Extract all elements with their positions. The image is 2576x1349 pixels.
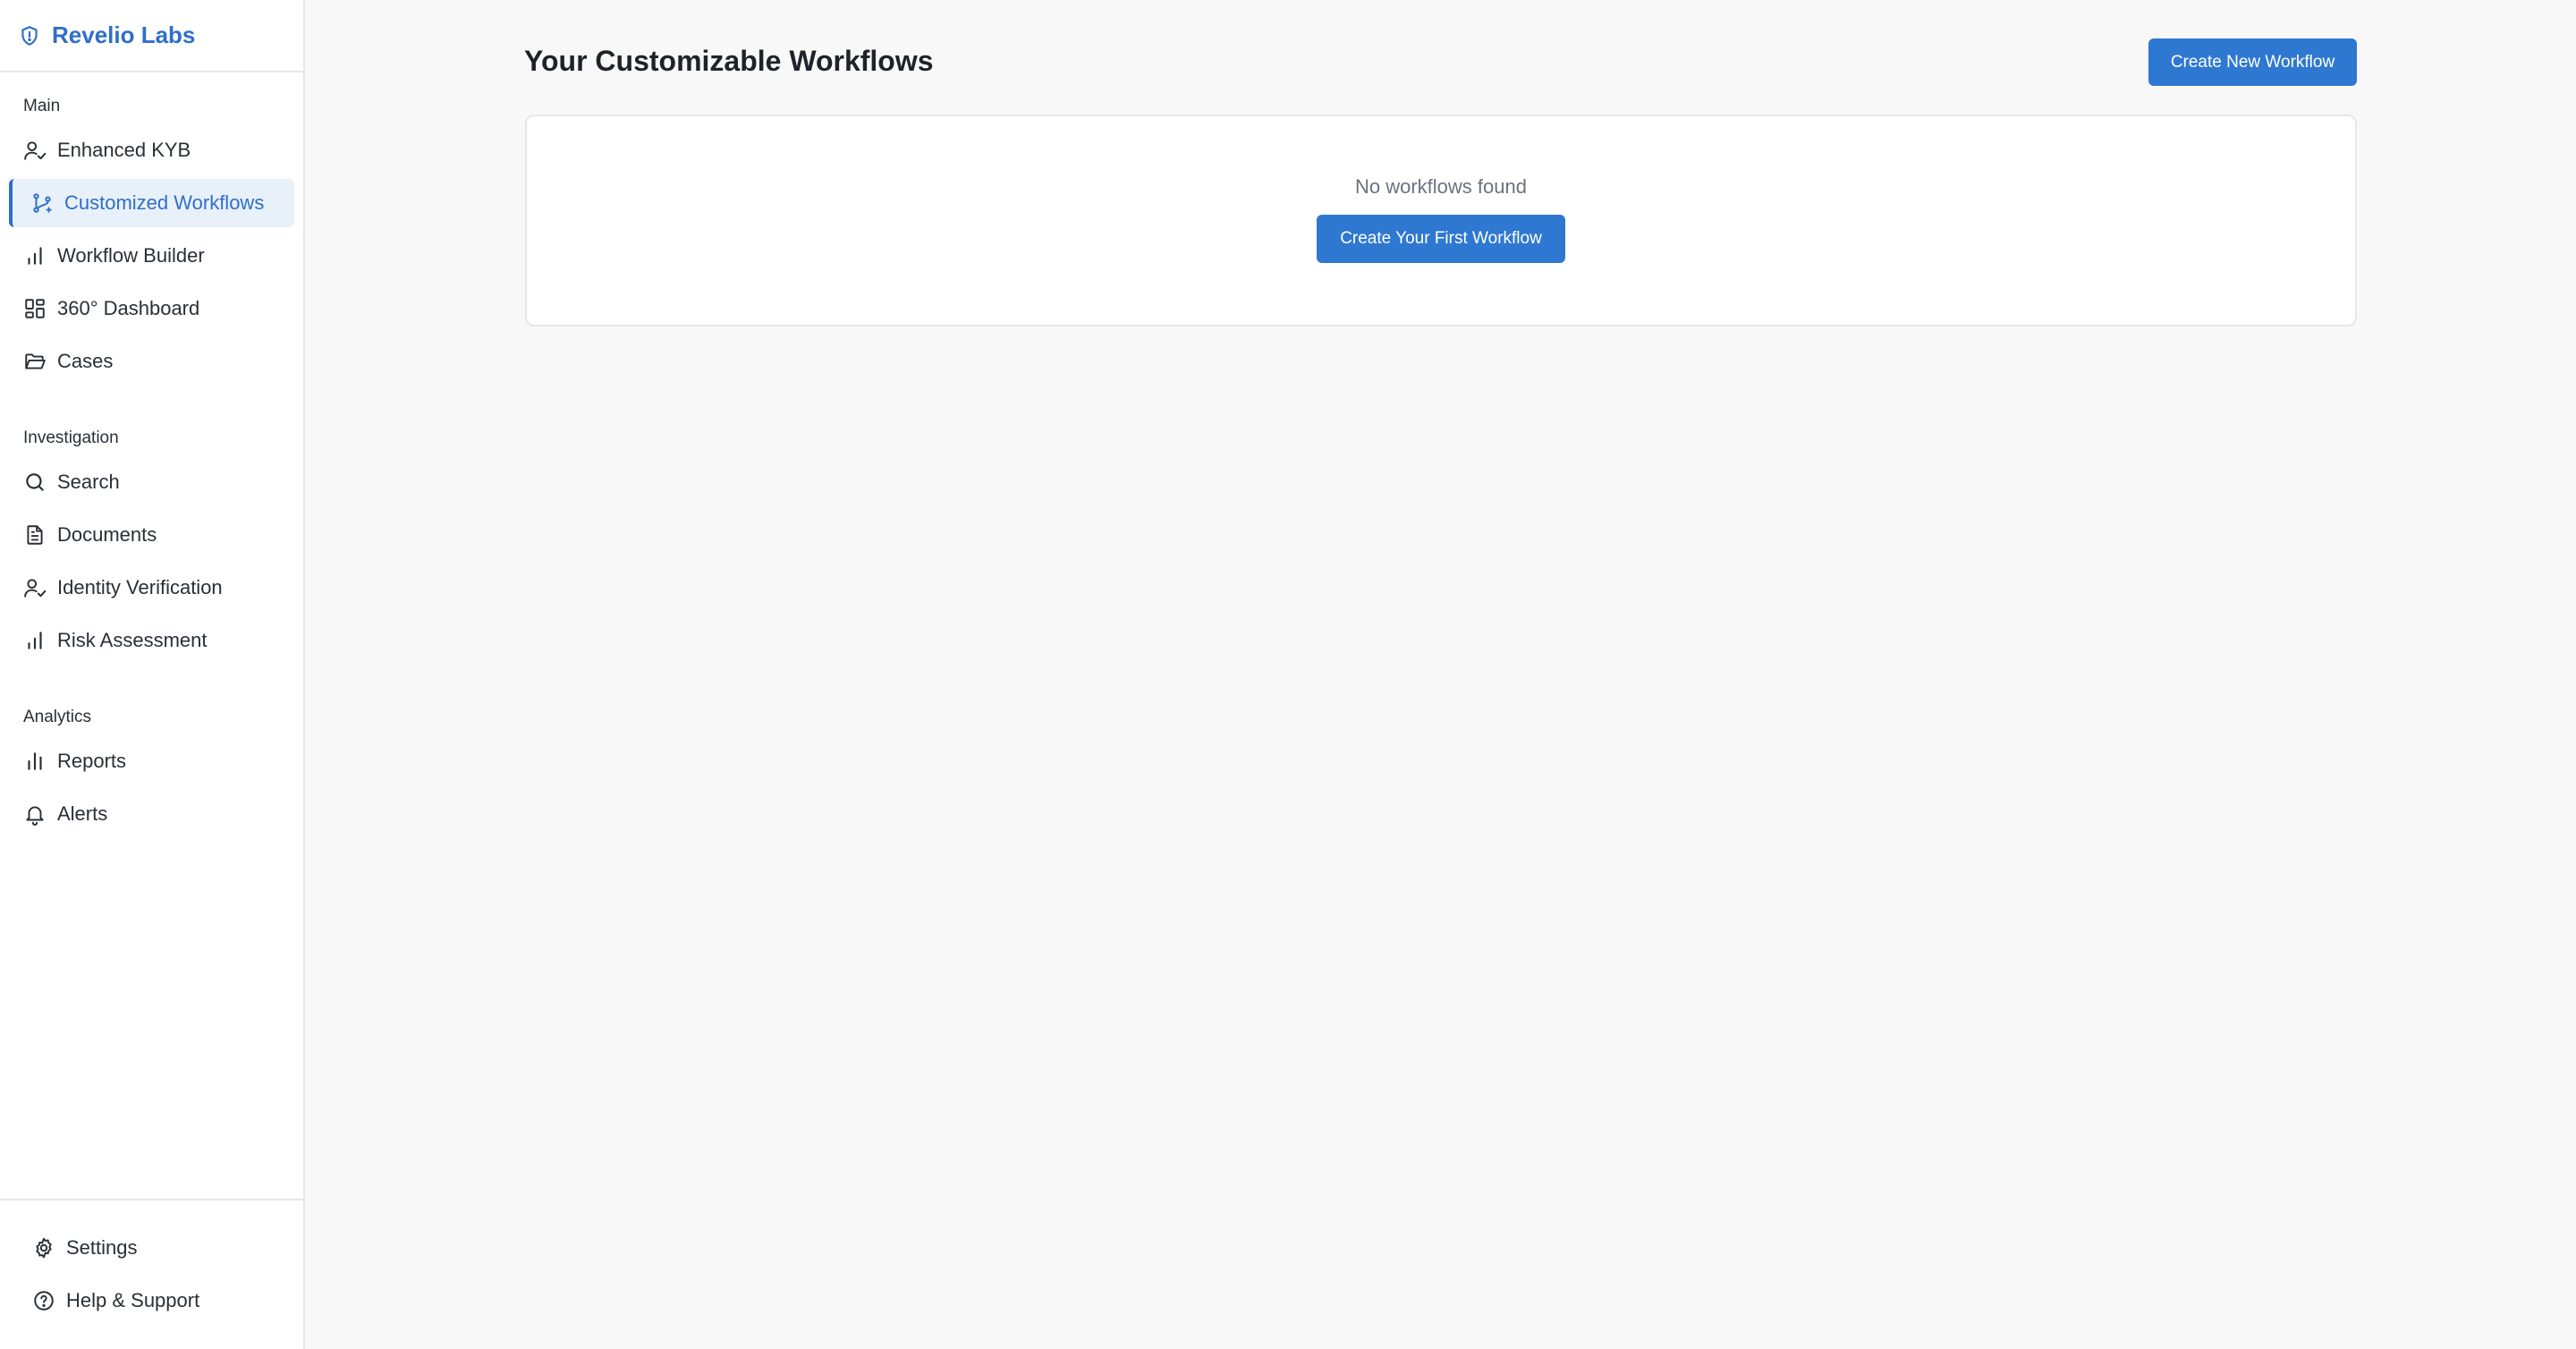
sidebar-item-customized-workflows[interactable]: Customized Workflows bbox=[9, 179, 294, 227]
sidebar-item-documents[interactable]: Documents bbox=[9, 511, 294, 559]
brand[interactable]: Revelio Labs bbox=[0, 0, 303, 72]
folder-open-icon bbox=[23, 350, 47, 373]
sidebar-item-label: Reports bbox=[57, 750, 127, 772]
search-icon bbox=[23, 471, 47, 494]
bell-icon bbox=[23, 802, 47, 826]
user-check-icon bbox=[23, 576, 47, 599]
help-circle-icon bbox=[32, 1289, 55, 1312]
sidebar-item-identity-verification[interactable]: Identity Verification bbox=[9, 564, 294, 612]
main-content: Your Customizable Workflows Create New W… bbox=[305, 0, 2576, 1349]
bar-chart-icon bbox=[23, 629, 47, 652]
git-branch-icon bbox=[30, 191, 54, 215]
sidebar-footer: Settings Help & Support bbox=[0, 1199, 303, 1349]
sidebar-item-label: Workflow Builder bbox=[57, 244, 205, 267]
workflows-empty-card: No workflows found Create Your First Wor… bbox=[525, 115, 2357, 327]
dashboard-grid-icon bbox=[23, 297, 47, 320]
sidebar-item-label: Risk Assessment bbox=[57, 629, 208, 651]
sidebar-item-label: Cases bbox=[57, 350, 114, 372]
sidebar: Revelio Labs Main Enhanced KYB Customize… bbox=[0, 0, 305, 1349]
sidebar-item-label: 360° Dashboard bbox=[57, 297, 200, 319]
sidebar-item-workflow-builder[interactable]: Workflow Builder bbox=[9, 232, 294, 280]
sidebar-item-cases[interactable]: Cases bbox=[9, 337, 294, 386]
sidebar-item-360-dashboard[interactable]: 360° Dashboard bbox=[9, 284, 294, 333]
sidebar-item-enhanced-kyb[interactable]: Enhanced KYB bbox=[9, 126, 294, 174]
create-first-workflow-button[interactable]: Create Your First Workflow bbox=[1317, 215, 1565, 263]
sidebar-item-label: Documents bbox=[57, 523, 157, 546]
sidebar-item-label: Search bbox=[57, 471, 120, 493]
sidebar-item-label: Identity Verification bbox=[57, 576, 223, 598]
sidebar-item-alerts[interactable]: Alerts bbox=[9, 790, 294, 838]
sidebar-nav: Main Enhanced KYB Customized Workflows W… bbox=[0, 72, 303, 1199]
gear-icon bbox=[32, 1236, 55, 1260]
sidebar-item-help-support[interactable]: Help & Support bbox=[18, 1277, 294, 1325]
section-title-analytics: Analytics bbox=[23, 708, 92, 726]
sidebar-item-label: Alerts bbox=[57, 802, 108, 825]
section-title-main: Main bbox=[23, 97, 61, 115]
sidebar-item-settings[interactable]: Settings bbox=[18, 1224, 294, 1272]
shield-icon bbox=[18, 24, 41, 47]
page-title: Your Customizable Workflows bbox=[524, 45, 934, 77]
bar-chart-icon bbox=[23, 244, 47, 267]
brand-name: Revelio Labs bbox=[52, 21, 196, 48]
sidebar-item-risk-assessment[interactable]: Risk Assessment bbox=[9, 616, 294, 665]
section-title-investigation: Investigation bbox=[23, 428, 119, 447]
app-root: Revelio Labs Main Enhanced KYB Customize… bbox=[0, 0, 2576, 1349]
sidebar-item-label: Settings bbox=[66, 1236, 138, 1259]
empty-state-message: No workflows found bbox=[1355, 175, 1527, 198]
sidebar-item-label: Enhanced KYB bbox=[57, 139, 191, 161]
sidebar-item-reports[interactable]: Reports bbox=[9, 737, 294, 785]
bar-chart-icon bbox=[23, 750, 47, 773]
sidebar-item-label: Customized Workflows bbox=[64, 191, 265, 214]
document-icon bbox=[23, 523, 47, 547]
sidebar-item-label: Help & Support bbox=[66, 1289, 200, 1311]
create-new-workflow-button[interactable]: Create New Workflow bbox=[2148, 38, 2357, 86]
user-check-icon bbox=[23, 139, 47, 162]
sidebar-item-search[interactable]: Search bbox=[9, 458, 294, 506]
